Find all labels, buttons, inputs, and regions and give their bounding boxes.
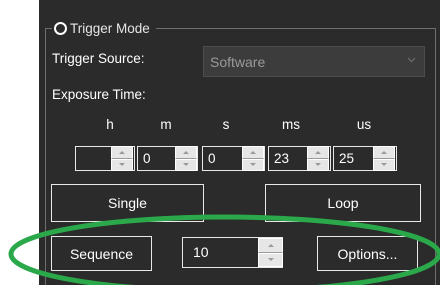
arrow-down-icon[interactable]: [307, 158, 329, 171]
unit-label-us: us: [356, 117, 372, 132]
unit-label-ms: ms: [282, 117, 300, 132]
arrow-down-icon[interactable]: [258, 252, 283, 267]
loop-button[interactable]: Loop: [265, 184, 421, 222]
exposure-minutes-spinner[interactable]: [175, 146, 197, 171]
exposure-microseconds-spinner[interactable]: [373, 146, 395, 171]
sequence-count-spinner[interactable]: [258, 238, 283, 267]
trigger-mode-title: Trigger Mode: [70, 20, 150, 36]
unit-label-m: m: [160, 117, 172, 132]
arrow-down-icon[interactable]: [373, 158, 395, 171]
exposure-time-label: Exposure Time:: [52, 87, 146, 102]
arrow-up-icon[interactable]: [258, 238, 283, 253]
arrow-down-icon[interactable]: [242, 158, 264, 171]
arrow-up-icon[interactable]: [242, 146, 264, 159]
single-button[interactable]: Single: [51, 184, 204, 222]
exposure-milliseconds-spinner[interactable]: [307, 146, 329, 171]
trigger-source-value: Software: [210, 54, 266, 70]
trigger-source-label: Trigger Source:: [52, 51, 145, 66]
arrow-up-icon[interactable]: [111, 146, 133, 159]
unit-label-s: s: [222, 117, 230, 132]
arrow-down-icon[interactable]: [175, 158, 197, 171]
options-button[interactable]: Options...: [317, 236, 418, 271]
trigger-source-combo[interactable]: Software: [203, 46, 425, 77]
sequence-button[interactable]: Sequence: [51, 236, 152, 271]
arrow-up-icon[interactable]: [307, 146, 329, 159]
chevron-down-icon: [407, 57, 416, 63]
arrow-up-icon[interactable]: [175, 146, 197, 159]
exposure-seconds-spinner[interactable]: [242, 146, 264, 171]
exposure-hours-spinner[interactable]: [111, 146, 133, 171]
trigger-mode-radio[interactable]: [54, 21, 67, 35]
arrow-down-icon[interactable]: [111, 158, 133, 171]
trigger-mode-header[interactable]: Trigger Mode: [52, 18, 156, 38]
arrow-up-icon[interactable]: [373, 146, 395, 159]
unit-label-h: h: [106, 117, 114, 132]
